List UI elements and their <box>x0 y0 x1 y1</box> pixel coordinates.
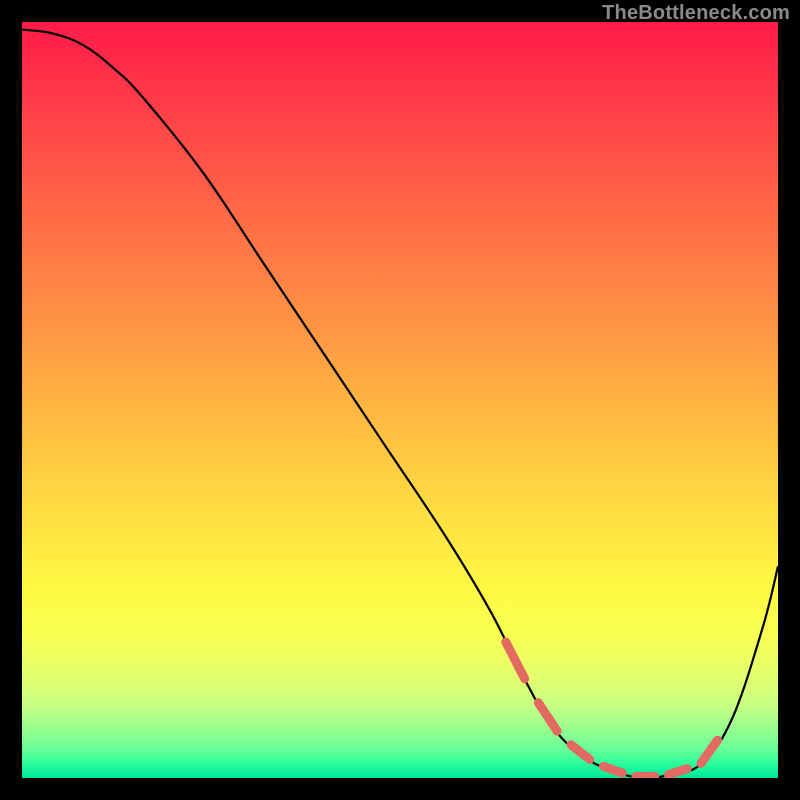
plot-area <box>22 22 778 778</box>
dash-segment <box>603 766 622 773</box>
watermark-text: TheBottleneck.com <box>602 2 790 25</box>
dash-segment <box>668 769 687 775</box>
dash-segment <box>571 745 590 760</box>
curve-path <box>22 30 778 778</box>
chart-frame: TheBottleneck.com <box>0 0 800 800</box>
dashed-overlay <box>506 642 718 777</box>
dash-segment <box>538 703 557 732</box>
dash-segment <box>506 642 525 679</box>
curve-svg <box>22 22 778 778</box>
dash-segment <box>701 740 718 763</box>
